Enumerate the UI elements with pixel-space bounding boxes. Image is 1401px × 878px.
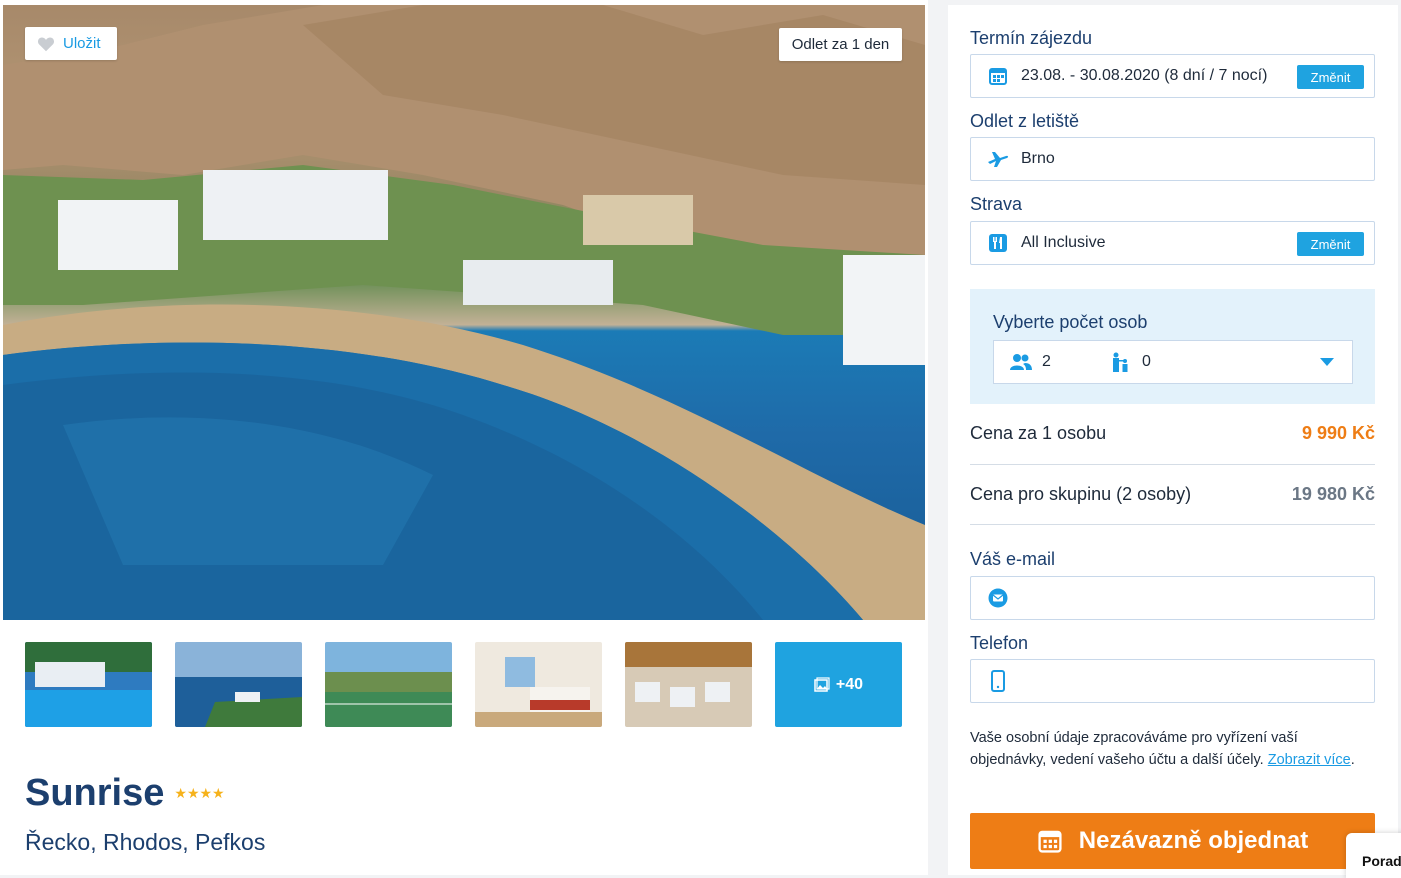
thumbnail-strip: +40	[25, 642, 902, 727]
hero-photo[interactable]	[3, 5, 925, 620]
meal-icon	[987, 232, 1009, 254]
price-group-row: Cena pro skupinu (2 osoby) 19 980 Kč	[970, 484, 1375, 505]
adults-icon	[1010, 354, 1032, 370]
thumbnail-bay[interactable]	[175, 642, 302, 727]
children-group: 0	[1110, 352, 1210, 372]
term-label: Termín zájezdu	[970, 28, 1093, 48]
price-per-person-label: Cena za 1 osobu	[970, 423, 1107, 443]
gallery-icon	[814, 676, 830, 692]
board-value: All Inclusive	[1021, 234, 1106, 251]
email-field[interactable]	[970, 576, 1375, 620]
hotel-location: Řecko, Rhodos, Pefkos	[25, 829, 266, 855]
persons-select[interactable]: 2 0	[993, 340, 1353, 384]
chat-widget-tab[interactable]: Porad	[1346, 833, 1401, 878]
change-term-button[interactable]: Změnit	[1297, 65, 1364, 89]
phone-icon	[987, 670, 1009, 692]
persons-label: Vyberte počet osob	[993, 312, 1148, 332]
more-photos-count: +40	[835, 675, 864, 693]
save-label: Uložit	[63, 35, 101, 52]
thumbnail-room[interactable]	[475, 642, 602, 727]
heart-icon	[37, 36, 55, 51]
thumbnail-tennis[interactable]	[325, 642, 452, 727]
hero-illustration	[3, 5, 925, 620]
thumbnail-pool[interactable]	[25, 642, 152, 727]
plane-icon	[987, 148, 1009, 170]
more-photos-button[interactable]: +40	[775, 642, 902, 727]
price-per-person-value: 9 990 Kč	[1301, 423, 1375, 443]
price-group-value: 19 980 Kč	[1291, 484, 1375, 504]
price-divider	[970, 464, 1375, 465]
calendar-icon	[1038, 830, 1062, 853]
board-field[interactable]: All Inclusive Změnit	[970, 221, 1375, 265]
privacy-notice: Vaše osobní údaje zpracováváme pro vyříz…	[970, 730, 1355, 768]
change-board-button[interactable]: Změnit	[1297, 232, 1364, 256]
phone-label: Telefon	[970, 633, 1029, 653]
airport-value: Brno	[1021, 150, 1055, 167]
title-row: Sunrise ★★★★	[25, 772, 225, 815]
board-label: Strava	[970, 194, 1023, 214]
hotel-detail-panel: Uložit Odlet za 1 den +40 Sunrise ★★★★ Ř…	[0, 0, 928, 875]
price-divider-2	[970, 524, 1375, 525]
email-label: Váš e-mail	[970, 549, 1056, 569]
price-per-person-row: Cena za 1 osobu 9 990 Kč	[970, 423, 1375, 444]
calendar-icon	[987, 65, 1009, 87]
privacy-text: Vaše osobní údaje zpracováváme pro vyříz…	[970, 730, 1298, 768]
adults-count: 2	[1042, 353, 1051, 370]
privacy-more-link[interactable]: Zobrazit více	[1268, 752, 1351, 768]
order-label: Nezávazně objednat	[1078, 827, 1309, 854]
booking-panel: Termín zájezdu 23.08. - 30.08.2020 (8 dn…	[948, 5, 1398, 875]
chevron-down-icon[interactable]	[1320, 358, 1334, 366]
departure-badge: Odlet za 1 den	[779, 28, 902, 61]
order-button[interactable]: Nezávazně objednat	[970, 813, 1375, 869]
adults-group: 2	[1010, 353, 1110, 371]
star-rating: ★★★★	[174, 785, 225, 801]
term-value: 23.08. - 30.08.2020 (8 dní / 7 nocí)	[1021, 67, 1268, 84]
children-icon	[1113, 352, 1128, 372]
price-group-label: Cena pro skupinu (2 osoby)	[970, 484, 1192, 504]
save-button[interactable]: Uložit	[25, 27, 117, 60]
airport-label: Odlet z letiště	[970, 111, 1080, 131]
persons-box: Vyberte počet osob 2 0	[970, 289, 1375, 404]
envelope-icon	[987, 587, 1009, 609]
phone-field[interactable]	[970, 659, 1375, 703]
term-field[interactable]: 23.08. - 30.08.2020 (8 dní / 7 nocí) Změ…	[970, 54, 1375, 98]
airport-field[interactable]: Brno	[970, 137, 1375, 181]
thumbnail-restaurant[interactable]	[625, 642, 752, 727]
children-count: 0	[1142, 353, 1151, 370]
hotel-name: Sunrise	[25, 772, 165, 814]
